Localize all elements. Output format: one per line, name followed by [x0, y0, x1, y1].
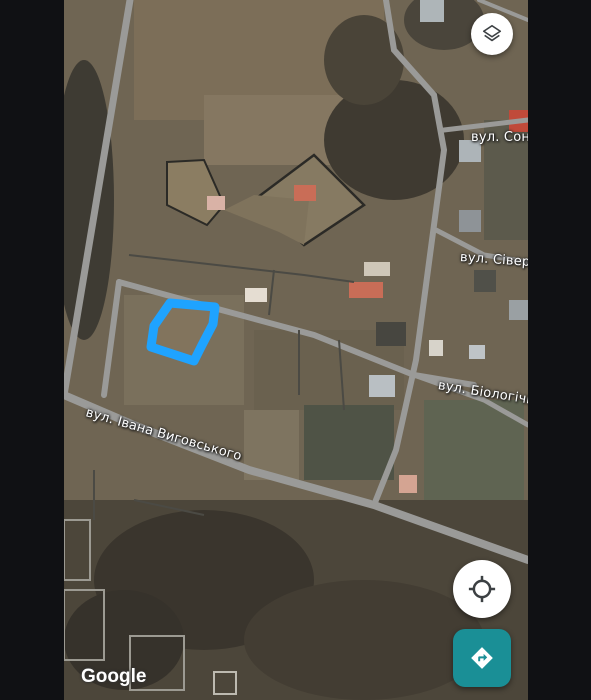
my-location-button[interactable]	[453, 560, 511, 618]
left-letterbox	[0, 0, 64, 700]
crosshair-icon	[468, 575, 496, 603]
right-letterbox	[528, 0, 591, 700]
layers-button[interactable]	[471, 13, 513, 55]
street-label-sonyachna: вул. Соня	[471, 130, 528, 145]
google-logo: Google	[81, 666, 147, 687]
directions-arrow-icon	[471, 647, 493, 669]
layers-icon	[482, 24, 502, 42]
map-screen: вул. Соня вул. Сіверсь вул. Біологічна в…	[0, 0, 591, 700]
directions-button[interactable]	[453, 629, 511, 687]
